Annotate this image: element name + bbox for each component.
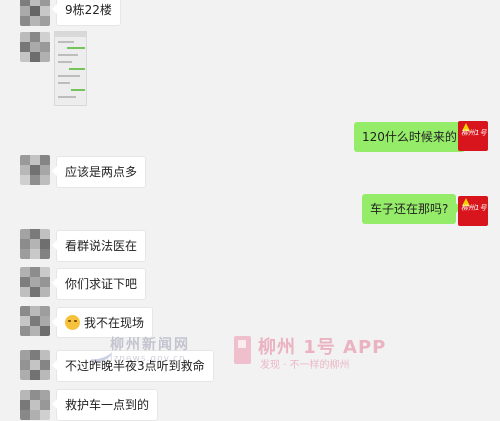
message-bubble[interactable]: 救护车一点到的 bbox=[51, 389, 159, 421]
message-text: 看群说法医在 bbox=[65, 239, 138, 253]
liuzhou-logo-icon: 柳州1号 bbox=[458, 121, 488, 151]
watermark-app-slogan: 发现 · 不一样的柳州 bbox=[260, 360, 350, 371]
message-bubble[interactable]: 车子还在那吗? bbox=[362, 194, 462, 224]
chat-window: 9栋22楼 120什么时候来的 柳州1号 应该是两点多 车子还在那吗? 柳州1号 bbox=[0, 0, 500, 421]
image-message-thumbnail[interactable] bbox=[54, 31, 87, 106]
message-text: 你们求证下吧 bbox=[65, 277, 138, 291]
message-bubble[interactable]: 看群说法医在 bbox=[51, 230, 147, 262]
avatar[interactable] bbox=[20, 229, 50, 259]
message-text: 9栋22楼 bbox=[65, 3, 112, 17]
app-logo-icon bbox=[234, 336, 251, 364]
liuzhou-logo-icon: 柳州1号 bbox=[458, 196, 488, 226]
message-text: 120什么时候来的 bbox=[362, 130, 457, 144]
message-bubble[interactable]: 9栋22楼 bbox=[52, 0, 121, 26]
message-bubble[interactable]: 我不在现场 bbox=[51, 307, 154, 338]
avatar[interactable]: 柳州1号 bbox=[458, 121, 488, 151]
message-text: 救护车一点到的 bbox=[65, 398, 150, 412]
avatar[interactable] bbox=[20, 306, 50, 336]
watermark-app-name: 柳州 1号 APP bbox=[258, 337, 387, 358]
message-text: 我不在现场 bbox=[84, 316, 145, 330]
message-text: 车子还在那吗? bbox=[370, 202, 449, 216]
message-bubble[interactable]: 你们求证下吧 bbox=[51, 268, 147, 300]
avatar[interactable] bbox=[20, 267, 50, 297]
message-text: 应该是两点多 bbox=[65, 165, 138, 179]
message-bubble[interactable]: 不过昨晚半夜3点听到救命 bbox=[52, 350, 214, 382]
avatar[interactable] bbox=[20, 350, 50, 380]
avatar[interactable]: 柳州1号 bbox=[458, 196, 488, 226]
avatar[interactable] bbox=[20, 390, 50, 420]
message-text: 不过昨晚半夜3点听到救命 bbox=[65, 359, 205, 373]
sad-emoji-icon bbox=[65, 315, 80, 330]
message-bubble[interactable]: 应该是两点多 bbox=[51, 156, 147, 188]
avatar[interactable] bbox=[20, 0, 50, 26]
avatar[interactable] bbox=[20, 155, 50, 185]
avatar[interactable] bbox=[20, 32, 50, 62]
message-bubble[interactable]: 120什么时候来的 bbox=[354, 122, 470, 152]
